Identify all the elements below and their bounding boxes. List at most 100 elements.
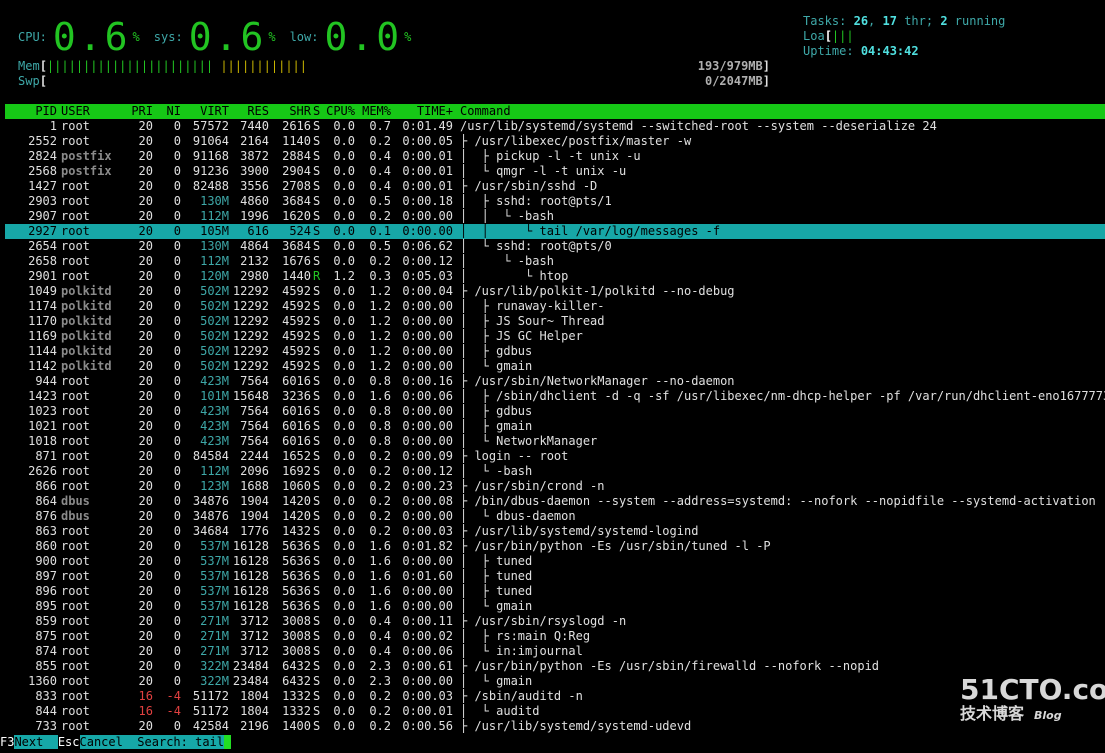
process-row[interactable]: 2654 root 20 0 130M 4864 3684 S 0.0 0.5 0:06.62 │ └… <box>5 239 1105 254</box>
cell-res: 2244 <box>240 449 269 463</box>
cell-command: /usr/lib/systemd/systemd --switched-root… <box>460 119 937 133</box>
col-pid[interactable]: PID <box>5 104 57 119</box>
cell-cpu: 0.0 <box>333 344 355 358</box>
process-row[interactable]: 1360 root 20 0 322M 23484 6432 S 0.0 2.3 0:00.00 │ … <box>5 674 1105 689</box>
cell-shr: 1652 <box>282 449 311 463</box>
process-row[interactable]: 859 root 20 0 271M 3712 3008 S 0.0 0.4 0:00.11 ├ /u… <box>5 614 1105 629</box>
process-row[interactable]: 2552 root 20 0 91064 2164 1140 S 0.0 0.2 0:00.05 ├ … <box>5 134 1105 149</box>
function-bar: F3Next EscCancel Search: tail <box>0 735 1105 750</box>
f3-key[interactable]: F3 <box>0 735 15 749</box>
cell-command: │ ├ tuned <box>460 584 533 598</box>
cell-virt: 91168 <box>192 149 229 163</box>
process-row[interactable]: 1423 root 20 0 101M 15648 3236 S 0.0 1.6 0:00.06 │ … <box>5 389 1105 404</box>
process-row[interactable]: 876 dbus 20 0 34876 1904 1420 S 0.0 0.2 0:00.00 │ └… <box>5 509 1105 524</box>
col-time[interactable]: TIME+ <box>395 104 453 119</box>
cell-user: root <box>61 134 90 148</box>
next-button[interactable]: Next <box>14 735 58 749</box>
cell-mem: 0.7 <box>369 119 391 133</box>
cell-user: polkitd <box>61 344 112 358</box>
col-virt[interactable]: VIRT <box>185 104 229 119</box>
process-row[interactable]: 2927 root 20 0 105M 616 524 S 0.0 0.1 0:00.00 │ │ └… <box>5 224 1105 239</box>
cell-ni: 0 <box>173 539 181 553</box>
process-row[interactable]: 1049 polkitd 20 0 502M 12292 4592 S 0.0 1.2 0:00.0… <box>5 284 1105 299</box>
mem-label: Mem <box>18 59 40 73</box>
process-row[interactable]: 844 root 16 -4 51172 1804 1332 S 0.0 0.2 0:00.01 │ … <box>5 704 1105 719</box>
process-row[interactable]: 896 root 20 0 537M 16128 5636 S 0.0 1.6 0:00.00 │ ├… <box>5 584 1105 599</box>
cell-command: │ ├ gdbus <box>460 404 533 418</box>
cell-virt: 423M <box>200 434 229 448</box>
process-row[interactable]: 863 root 20 0 34684 1776 1432 S 0.0 0.2 0:00.03 ├ /… <box>5 524 1105 539</box>
cell-mem: 0.2 <box>369 254 391 268</box>
process-row[interactable]: 1169 polkitd 20 0 502M 12292 4592 S 0.0 1.2 0:00.0… <box>5 329 1105 344</box>
cell-s: S <box>313 599 321 613</box>
cell-time: 0:00.23 <box>402 479 453 493</box>
col-ni[interactable]: NI <box>157 104 181 119</box>
process-row[interactable]: 897 root 20 0 537M 16128 5636 S 0.0 1.6 0:01.60 │ ├… <box>5 569 1105 584</box>
cell-mem: 2.3 <box>369 674 391 688</box>
process-row[interactable]: 833 root 16 -4 51172 1804 1332 S 0.0 0.2 0:00.03 ├ … <box>5 689 1105 704</box>
cell-res: 1776 <box>240 524 269 538</box>
cell-virt: 537M <box>200 569 229 583</box>
process-row[interactable]: 1 root 20 0 57572 7440 2616 S 0.0 0.7 0:01.49/usr/… <box>5 119 1105 134</box>
cell-ni: 0 <box>173 224 181 238</box>
process-row[interactable]: 1142 polkitd 20 0 502M 12292 4592 S 0.0 1.2 0:00.0… <box>5 359 1105 374</box>
cancel-button[interactable]: Cancel <box>79 735 138 749</box>
cell-virt: 123M <box>200 479 229 493</box>
col-command[interactable]: Command <box>460 104 1105 119</box>
process-row[interactable]: 871 root 20 0 84584 2244 1652 S 0.0 0.2 0:00.09 ├ l… <box>5 449 1105 464</box>
process-row[interactable]: 864 dbus 20 0 34876 1904 1420 S 0.0 0.2 0:00.08 ├ /… <box>5 494 1105 509</box>
process-row[interactable]: 1023 root 20 0 423M 7564 6016 S 0.0 0.8 0:00.00 │ ├… <box>5 404 1105 419</box>
process-row[interactable]: 875 root 20 0 271M 3712 3008 S 0.0 0.4 0:00.02 │ ├ … <box>5 629 1105 644</box>
cell-res: 3900 <box>240 164 269 178</box>
process-row[interactable]: 1170 polkitd 20 0 502M 12292 4592 S 0.0 1.2 0:00.0… <box>5 314 1105 329</box>
process-row[interactable]: 2901 root 20 0 120M 2980 1440 R 1.2 0.3 0:05.03 │ └… <box>5 269 1105 284</box>
low-value: 0.0 <box>324 15 403 59</box>
process-row[interactable]: 2658 root 20 0 112M 2132 1676 S 0.0 0.2 0:00.12 │ └… <box>5 254 1105 269</box>
cell-command: ├ login -- root <box>460 449 569 463</box>
cell-cpu: 0.0 <box>333 239 355 253</box>
col-state[interactable]: S <box>313 104 323 119</box>
cell-cpu: 0.0 <box>333 539 355 553</box>
process-row[interactable]: 1144 polkitd 20 0 502M 12292 4592 S 0.0 1.2 0:00.0… <box>5 344 1105 359</box>
col-res[interactable]: RES <box>231 104 269 119</box>
col-cpu[interactable]: CPU% <box>325 104 355 119</box>
process-row[interactable]: 866 root 20 0 123M 1688 1060 S 0.0 0.2 0:00.23 ├ /u… <box>5 479 1105 494</box>
process-row[interactable]: 2824 postfix 20 0 91168 3872 2884 S 0.0 0.4 0:00.0… <box>5 149 1105 164</box>
process-row[interactable]: 1021 root 20 0 423M 7564 6016 S 0.0 0.8 0:00.00 │ ├… <box>5 419 1105 434</box>
process-row[interactable]: 733 root 20 0 42584 2196 1400 S 0.0 0.2 0:00.56 ├ /… <box>5 719 1105 734</box>
process-row[interactable]: 1427 root 20 0 82488 3556 2708 S 0.0 0.4 0:00.01 ├ … <box>5 179 1105 194</box>
cell-pid: 1023 <box>28 404 57 418</box>
process-row[interactable]: 1018 root 20 0 423M 7564 6016 S 0.0 0.8 0:00.00 │ └… <box>5 434 1105 449</box>
cell-cpu: 0.0 <box>333 194 355 208</box>
process-row[interactable]: 855 root 20 0 322M 23484 6432 S 0.0 2.3 0:00.61 ├ /… <box>5 659 1105 674</box>
cell-s: S <box>313 179 321 193</box>
cell-virt: 91064 <box>192 134 229 148</box>
process-row[interactable]: 2903 root 20 0 130M 4860 3684 S 0.0 0.5 0:00.18 │ ├… <box>5 194 1105 209</box>
process-row[interactable]: 874 root 20 0 271M 3712 3008 S 0.0 0.4 0:00.06 │ └ … <box>5 644 1105 659</box>
search-bar[interactable]: Search: tail <box>137 735 225 749</box>
process-row[interactable]: 944 root 20 0 423M 7564 6016 S 0.0 0.8 0:00.16 ├ /u… <box>5 374 1105 389</box>
col-shr[interactable]: SHR <box>273 104 311 119</box>
process-row[interactable]: 1174 polkitd 20 0 502M 12292 4592 S 0.0 1.2 0:00.0… <box>5 299 1105 314</box>
cell-time: 0:00.03 <box>402 524 453 538</box>
process-row[interactable]: 895 root 20 0 537M 16128 5636 S 0.0 1.6 0:00.00 │ └… <box>5 599 1105 614</box>
col-mem[interactable]: MEM% <box>361 104 391 119</box>
cell-virt: 130M <box>200 239 229 253</box>
col-user[interactable]: USER <box>61 104 131 119</box>
search-input[interactable]: tail <box>195 735 224 749</box>
esc-key[interactable]: Esc <box>57 735 80 749</box>
cell-shr: 5636 <box>282 584 311 598</box>
process-row[interactable]: 860 root 20 0 537M 16128 5636 S 0.0 1.6 0:01.82 ├ /… <box>5 539 1105 554</box>
col-pri[interactable]: PRI <box>129 104 153 119</box>
cell-time: 0:00.16 <box>402 374 453 388</box>
cell-user: root <box>61 719 90 733</box>
process-row[interactable]: 900 root 20 0 537M 16128 5636 S 0.0 1.6 0:00.00 │ ├… <box>5 554 1105 569</box>
cell-time: 0:00.56 <box>402 719 453 733</box>
process-row[interactable]: 2907 root 20 0 112M 1996 1620 S 0.0 0.2 0:00.00 │ │… <box>5 209 1105 224</box>
cell-time: 0:00.00 <box>402 209 453 223</box>
cell-ni: 0 <box>173 149 181 163</box>
cell-shr: 3684 <box>282 239 311 253</box>
process-row[interactable]: 2626 root 20 0 112M 2096 1692 S 0.0 0.2 0:00.12 │ └… <box>5 464 1105 479</box>
process-row[interactable]: 2568 postfix 20 0 91236 3900 2904 S 0.0 0.4 0:00.0… <box>5 164 1105 179</box>
cell-pri: 20 <box>138 209 153 223</box>
